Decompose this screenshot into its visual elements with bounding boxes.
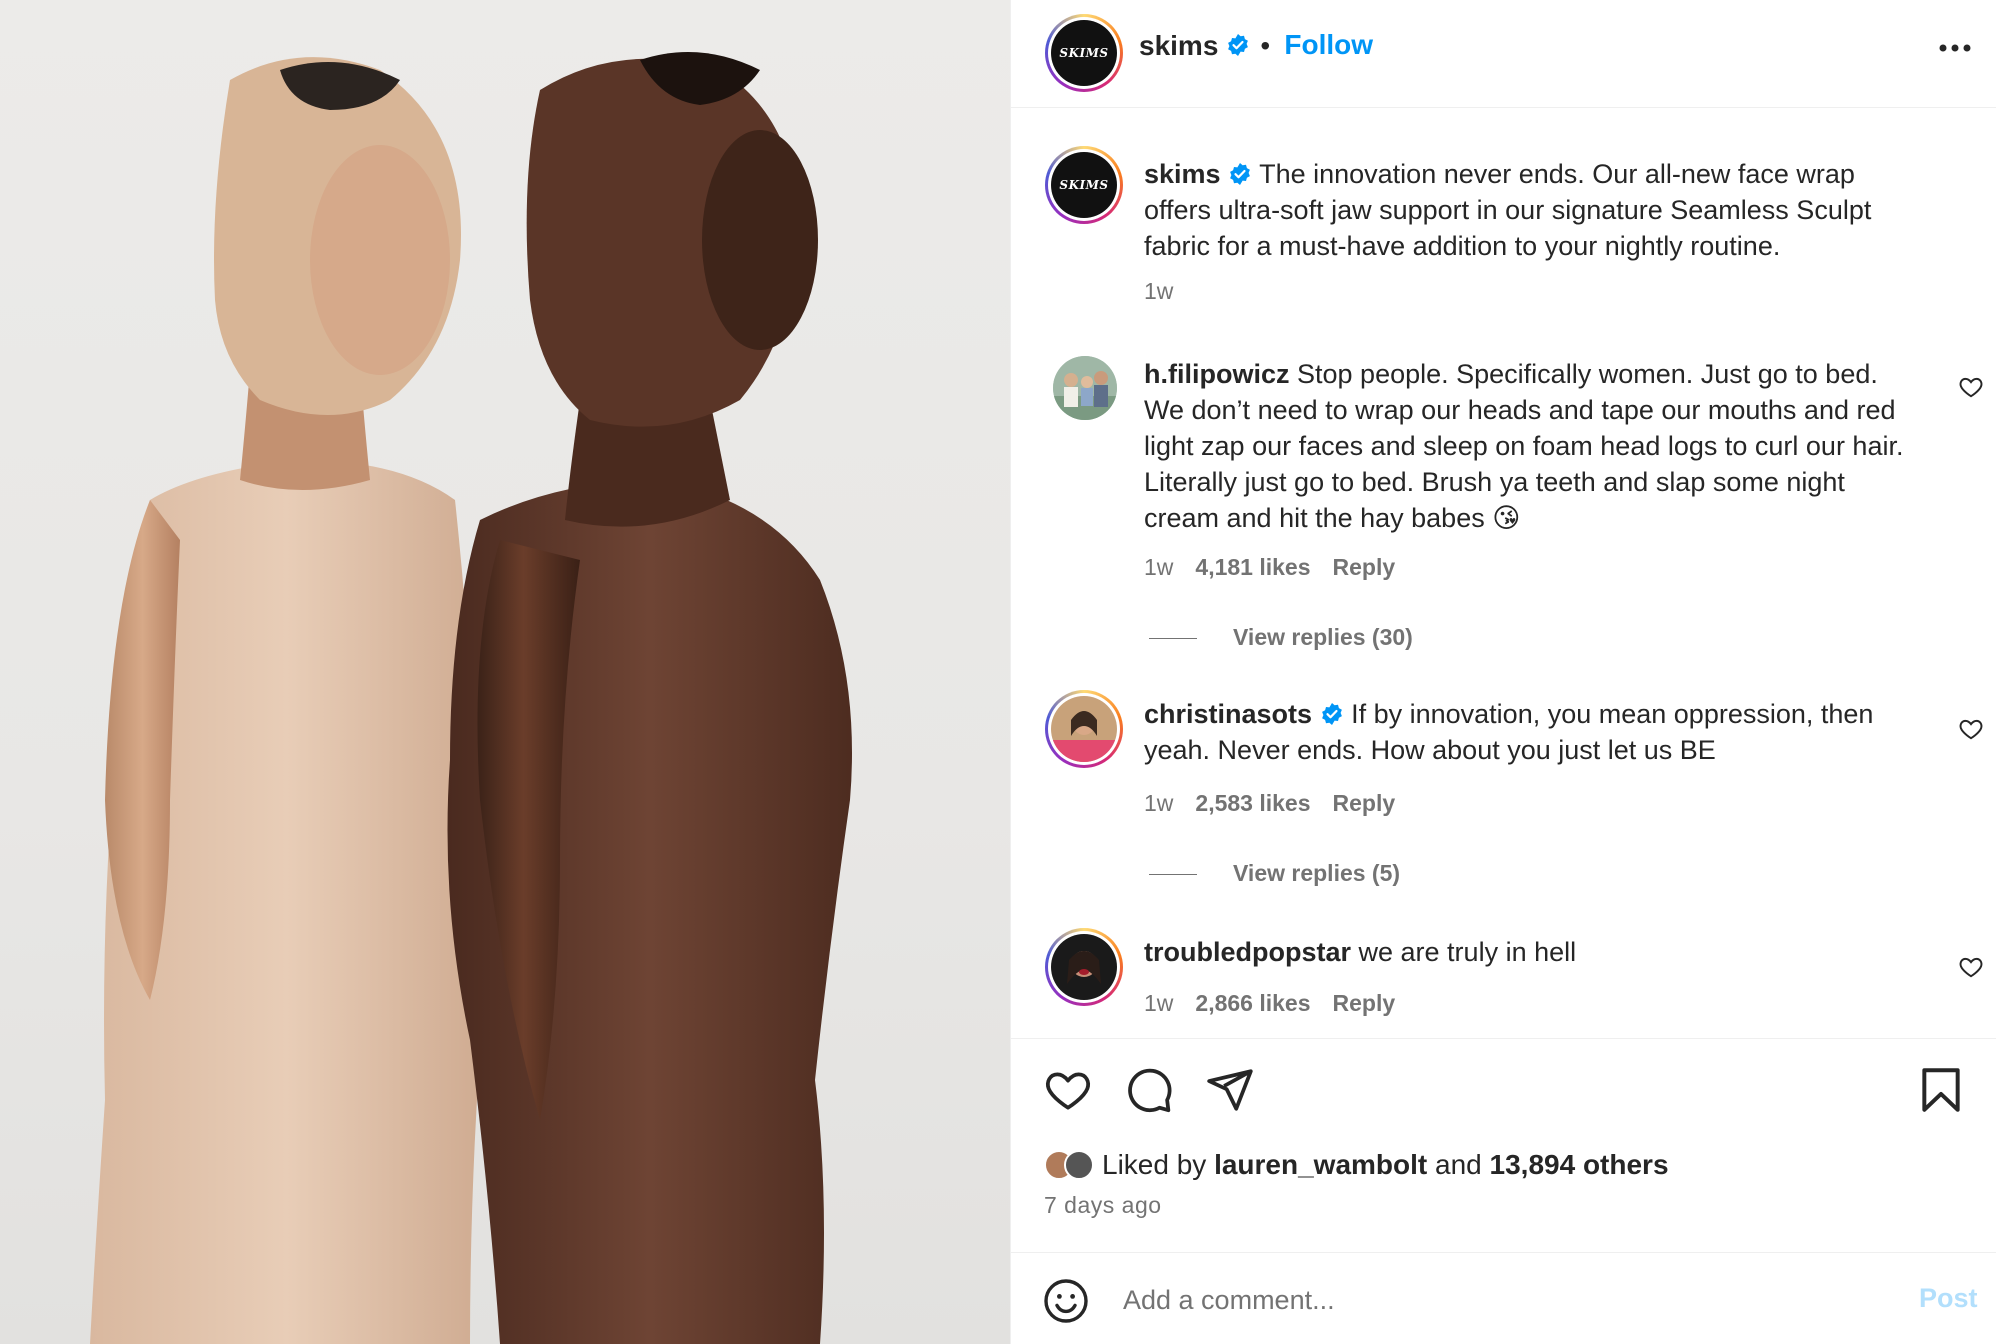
comment-icon[interactable]: [1124, 1065, 1174, 1115]
author-username[interactable]: skims: [1139, 30, 1218, 62]
comment: h.filipowicz Stop people. Specifically w…: [1144, 356, 1924, 536]
right-model-face: [702, 130, 818, 350]
post-timestamp[interactable]: 7 days ago: [1044, 1192, 1162, 1219]
comment-meta: 1w 4,181 likes Reply: [1144, 554, 1417, 581]
likes-others[interactable]: 13,894 others: [1490, 1149, 1669, 1181]
view-replies-label: View replies (30): [1233, 624, 1413, 650]
caption: skims The innovation never ends. Our all…: [1144, 156, 1924, 264]
caption-meta: 1w: [1144, 278, 1195, 305]
likes-connector: and: [1435, 1149, 1482, 1180]
comment-likes[interactable]: 4,181 likes: [1195, 554, 1310, 580]
comment-meta: 1w 2,583 likes Reply: [1144, 790, 1417, 817]
post-button[interactable]: Post: [1919, 1283, 1978, 1314]
post-image[interactable]: [0, 0, 1010, 1344]
comment-like-heart-icon[interactable]: [1958, 374, 1984, 400]
commenter-avatar[interactable]: [1053, 356, 1117, 420]
view-replies-label: View replies (5): [1233, 860, 1401, 886]
author-avatar[interactable]: SKIMS: [1045, 14, 1123, 92]
comment-likes[interactable]: 2,866 likes: [1195, 990, 1310, 1016]
verified-badge-icon: [1228, 34, 1249, 56]
caption-avatar[interactable]: SKIMS: [1045, 146, 1123, 224]
replies-divider-line: [1149, 638, 1197, 640]
comment-username[interactable]: troubledpopstar: [1144, 937, 1351, 967]
post-side-panel: SKIMS skims • Follow SKIMS skims The inn: [1010, 0, 1996, 1344]
comment-likes[interactable]: 2,583 likes: [1195, 790, 1310, 816]
comment-like-heart-icon[interactable]: [1958, 716, 1984, 742]
likes-user[interactable]: lauren_wambolt: [1214, 1149, 1427, 1181]
comment-input[interactable]: [1123, 1275, 1823, 1325]
comment-username[interactable]: h.filipowicz: [1144, 359, 1290, 389]
commenter-avatar[interactable]: [1045, 928, 1123, 1006]
likes-summary: Liked by lauren_wambolt and 13,894 other…: [1044, 1149, 1669, 1181]
comment-time: 1w: [1144, 554, 1174, 580]
commenter-avatar[interactable]: [1045, 690, 1123, 768]
reply-button[interactable]: Reply: [1333, 990, 1396, 1016]
caption-time: 1w: [1144, 278, 1174, 304]
post-header: SKIMS skims • Follow: [1011, 0, 1996, 108]
christinasots-photo: [1051, 696, 1117, 762]
family-photo-thumbnail: [1053, 356, 1117, 420]
reply-button[interactable]: Reply: [1333, 554, 1396, 580]
liker-avatar[interactable]: [1064, 1150, 1094, 1180]
comments-list[interactable]: SKIMS skims The innovation never ends. O…: [1011, 108, 1996, 1038]
comment: christinasots If by innovation, you mean…: [1144, 696, 1924, 768]
comment-time: 1w: [1144, 790, 1174, 816]
comment-text: we are truly in hell: [1358, 937, 1577, 967]
share-icon[interactable]: [1205, 1065, 1255, 1115]
comment-username[interactable]: christinasots: [1144, 699, 1312, 729]
comment: troubledpopstar we are truly in hell: [1144, 934, 1924, 970]
left-model-face: [310, 145, 450, 375]
reply-button[interactable]: Reply: [1333, 790, 1396, 816]
caption-username[interactable]: skims: [1144, 159, 1221, 189]
add-comment-bar: Post: [1011, 1252, 1996, 1344]
more-horizontal-icon[interactable]: [1935, 32, 1975, 64]
emoji-icon[interactable]: [1042, 1277, 1090, 1325]
header-separator: •: [1260, 30, 1271, 61]
view-replies-button[interactable]: View replies (5): [1149, 860, 1400, 887]
heart-icon[interactable]: [1043, 1065, 1093, 1115]
post-photo-illustration: [90, 52, 852, 1344]
skims-logo: SKIMS: [1051, 152, 1117, 218]
verified-badge-icon: [1230, 163, 1250, 185]
follow-button[interactable]: Follow: [1284, 29, 1373, 61]
replies-divider-line: [1149, 874, 1197, 876]
skims-logo: SKIMS: [1051, 20, 1117, 86]
caption-text: The innovation never ends. Our all-new f…: [1144, 159, 1872, 261]
comment-like-heart-icon[interactable]: [1958, 954, 1984, 980]
likes-prefix: Liked by: [1102, 1149, 1207, 1180]
troubledpopstar-photo: [1051, 934, 1117, 1000]
post-actions: Liked by lauren_wambolt and 13,894 other…: [1011, 1038, 1996, 1252]
verified-badge-icon: [1321, 703, 1342, 725]
view-replies-button[interactable]: View replies (30): [1149, 624, 1413, 651]
comment-meta: 1w 2,866 likes Reply: [1144, 990, 1417, 1017]
bookmark-icon[interactable]: [1916, 1065, 1966, 1115]
comment-time: 1w: [1144, 990, 1174, 1016]
